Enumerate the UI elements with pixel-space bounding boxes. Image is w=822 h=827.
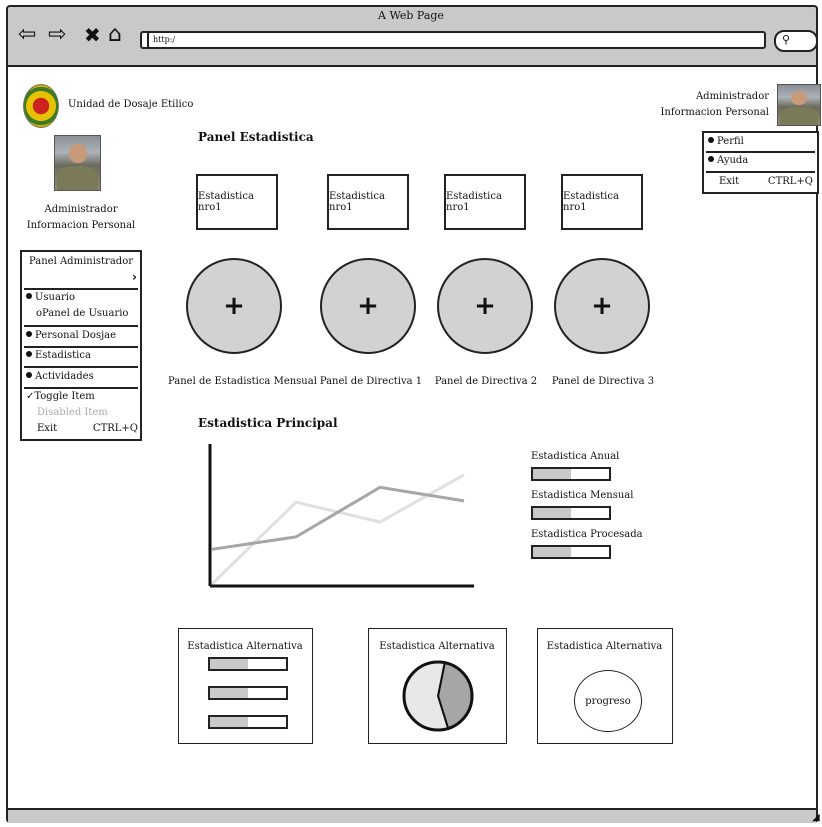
legend-label: Estadistica Mensual: [531, 490, 634, 501]
sidebar-subitem-panel-usuario[interactable]: oPanel de Usuario: [36, 308, 136, 319]
chart-section-title: Estadistica Principal: [198, 416, 338, 430]
progress-label: progreso: [585, 695, 631, 707]
legend-progress-bar: [531, 506, 611, 520]
alt-progress-bar: [208, 686, 288, 700]
add-panel-button[interactable]: +: [186, 258, 282, 354]
page-title: Panel Estadistica: [198, 130, 314, 144]
topright-info-link[interactable]: Informacion Personal: [660, 107, 769, 118]
bullet-icon: [26, 351, 32, 357]
bullet-icon: [708, 156, 714, 162]
sidebar-exit-shortcut: CTRL+Q: [92, 423, 138, 434]
resize-grip-icon[interactable]: ◢: [812, 812, 820, 823]
url-input[interactable]: http:/: [147, 31, 766, 49]
stat-box[interactable]: Estadistica nro1: [327, 174, 409, 230]
alt-stat-panel: Estadistica Alternativa: [178, 628, 313, 744]
menu-item-ayuda[interactable]: Ayuda: [708, 155, 813, 166]
alt-stat-panel: Estadistica Alternativa progreso: [537, 628, 673, 744]
sidebar-item-personal[interactable]: Personal Dosjae: [26, 330, 136, 341]
series-line-2: [210, 473, 465, 586]
sidebar-avatar: [54, 135, 101, 191]
bullet-icon: [26, 372, 32, 378]
search-icon: ⚲: [782, 33, 791, 46]
legend-progress-bar: [531, 545, 611, 559]
panel-label: Panel de Directiva 2: [434, 376, 538, 387]
alt-panel-title: Estadistica Alternativa: [187, 641, 303, 652]
chevron-right-icon[interactable]: ›: [132, 270, 137, 284]
alt-progress-bar: [208, 657, 288, 671]
search-field[interactable]: ⚲: [774, 30, 818, 52]
home-icon[interactable]: ⌂: [108, 22, 122, 48]
stat-box[interactable]: Estadistica nro1: [444, 174, 526, 230]
add-panel-button[interactable]: +: [554, 258, 650, 354]
legend-label: Estadistica Procesada: [531, 529, 643, 540]
sidebar-role: Administrador: [44, 204, 118, 215]
topright-role: Administrador: [695, 91, 769, 102]
line-chart: [208, 444, 474, 588]
user-dropdown-menu: Perfil Ayuda Exit CTRL+Q: [702, 131, 819, 194]
sidebar-item-estadistica[interactable]: Estadistica: [26, 350, 136, 361]
add-panel-button[interactable]: +: [320, 258, 416, 354]
brand-name: Unidad de Dosaje Etilico: [68, 99, 194, 110]
menu-item-perfil[interactable]: Perfil: [708, 136, 813, 147]
sidebar-info-link[interactable]: Informacion Personal: [20, 220, 142, 231]
alt-panel-title: Estadistica Alternativa: [379, 641, 495, 652]
plus-icon: +: [474, 291, 496, 321]
admin-menu: Panel Administrador › Usuario oPanel de …: [20, 250, 142, 441]
plus-icon: +: [223, 291, 245, 321]
seal-logo: [23, 84, 59, 128]
status-bar: [8, 808, 816, 823]
window-title: A Web Page: [378, 9, 444, 22]
panel-label: Panel de Directiva 1: [319, 376, 423, 387]
stat-box[interactable]: Estadistica nro1: [196, 174, 278, 230]
avatar[interactable]: [777, 84, 821, 126]
admin-menu-title[interactable]: Panel Administrador: [26, 256, 136, 267]
sidebar-disabled-item: Disabled Item: [37, 407, 108, 418]
sidebar-item-actividades[interactable]: Actividades: [26, 371, 136, 382]
exit-shortcut: CTRL+Q: [767, 176, 813, 187]
close-icon[interactable]: ✖: [84, 22, 101, 48]
forward-arrow-icon[interactable]: ⇨: [48, 22, 66, 48]
alt-panel-title: Estadistica Alternativa: [546, 641, 663, 652]
alt-progress-bar: [208, 715, 288, 729]
panel-label: Panel de Directiva 3: [551, 376, 655, 387]
legend-progress-bar: [531, 467, 611, 481]
pie-chart: [402, 660, 474, 732]
plus-icon: +: [591, 291, 613, 321]
legend-label: Estadistica Anual: [531, 451, 620, 462]
bullet-icon: [26, 331, 32, 337]
bullet-icon: [26, 293, 32, 299]
bullet-icon: [708, 137, 714, 143]
panel-label: Panel de Estadistica Mensual: [168, 376, 317, 387]
sidebar-item-usuario[interactable]: Usuario: [26, 292, 136, 303]
alt-stat-panel: Estadistica Alternativa: [368, 628, 507, 744]
progress-circle: progreso: [574, 670, 642, 732]
sidebar-toggle-item[interactable]: ✓Toggle Item: [26, 391, 136, 402]
back-arrow-icon[interactable]: ⇦: [18, 22, 36, 48]
stat-box[interactable]: Estadistica nro1: [561, 174, 643, 230]
plus-icon: +: [357, 291, 379, 321]
add-panel-button[interactable]: +: [437, 258, 533, 354]
